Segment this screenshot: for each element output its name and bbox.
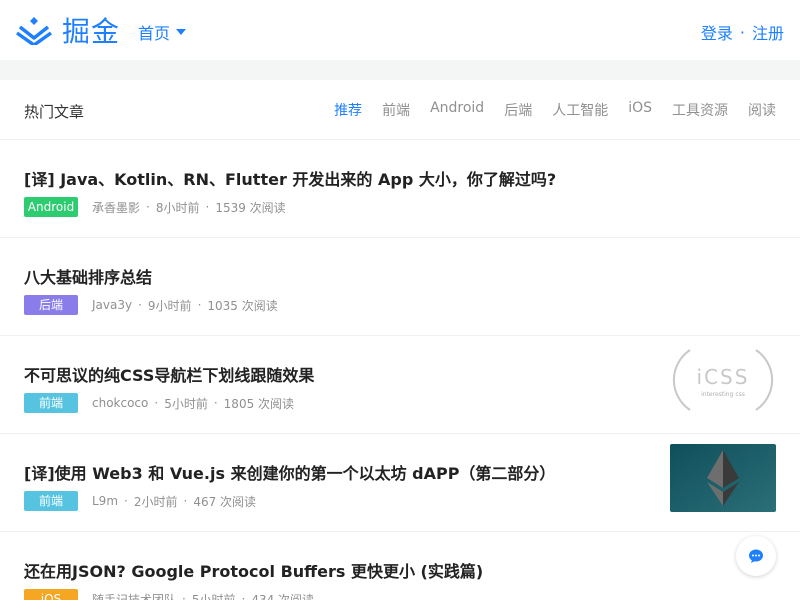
- register-link[interactable]: 注册: [752, 20, 784, 44]
- tab-ai[interactable]: 人工智能: [552, 100, 608, 120]
- article-title[interactable]: 八大基础排序总结: [24, 264, 152, 288]
- tab-backend[interactable]: 后端: [504, 100, 532, 120]
- article-title[interactable]: [译] Java、Kotlin、RN、Flutter 开发出来的 App 大小，…: [24, 166, 556, 190]
- meta-separator: ·: [205, 200, 210, 214]
- article-reads: 1805 次阅读: [223, 396, 295, 411]
- article-meta: 前端 chokcoco · 5小时前 · 1805 次阅读: [24, 393, 294, 413]
- meta-separator: ·: [138, 298, 142, 312]
- article-tag[interactable]: 前端: [24, 491, 78, 511]
- article-title[interactable]: [译]使用 Web3 和 Vue.js 来创建你的第一个以太坊 dAPP（第二部…: [24, 460, 555, 484]
- top-navbar: 掘金 首页 登录 · 注册: [0, 0, 800, 60]
- meta-separator: ·: [124, 494, 128, 508]
- article-time: 9小时前: [147, 298, 192, 313]
- juejin-logo-icon: [16, 17, 52, 45]
- article-meta: 后端 Java3y · 9小时前 · 1035 次阅读: [24, 295, 278, 315]
- article-reads: 467 次阅读: [193, 494, 257, 509]
- article-thumbnail-ethereum[interactable]: [670, 444, 776, 512]
- logo-text: 掘金: [62, 15, 121, 48]
- category-tabs: 推荐 前端 Android 后端 人工智能 iOS 工具资源 阅读: [314, 100, 776, 120]
- chat-fab-button[interactable]: [736, 536, 776, 576]
- article-item[interactable]: [译] Java、Kotlin、RN、Flutter 开发出来的 App 大小，…: [0, 140, 800, 238]
- article-author[interactable]: 随手记技术团队: [92, 591, 176, 600]
- article-tag[interactable]: Android: [24, 197, 78, 217]
- tab-recommend[interactable]: 推荐: [334, 100, 362, 120]
- article-list: [译] Java、Kotlin、RN、Flutter 开发出来的 App 大小，…: [0, 140, 800, 600]
- article-title[interactable]: 还在用JSON? Google Protocol Buffers 更快更小 (实…: [24, 558, 483, 582]
- meta-separator: ·: [182, 592, 186, 600]
- article-time: 8小时前: [155, 200, 200, 215]
- article-author[interactable]: Java3y: [92, 298, 132, 312]
- section-title: 热门文章: [24, 103, 85, 121]
- icss-thumbnail-image: iCSS interesting css: [670, 346, 776, 414]
- article-tag[interactable]: iOS: [24, 589, 78, 600]
- chat-bubble-icon: [749, 549, 763, 563]
- tab-android[interactable]: Android: [430, 100, 484, 120]
- article-time: 5小时前: [191, 592, 236, 600]
- nav-home-label: 首页: [138, 24, 171, 43]
- article-time: 2小时前: [133, 494, 178, 509]
- article-author[interactable]: L9m: [92, 494, 118, 508]
- article-reads: 1539 次阅读: [215, 200, 286, 215]
- article-item[interactable]: 八大基础排序总结 后端 Java3y · 9小时前 · 1035 次阅读: [0, 238, 800, 336]
- article-tag[interactable]: 前端: [24, 393, 78, 413]
- juejin-logo[interactable]: 掘金: [16, 10, 120, 50]
- tab-frontend[interactable]: 前端: [382, 100, 410, 120]
- tab-reading[interactable]: 阅读: [748, 100, 776, 120]
- meta-separator: ·: [213, 396, 218, 410]
- auth-separator: ·: [739, 22, 745, 42]
- login-link[interactable]: 登录: [701, 20, 733, 44]
- icss-thumb-title: iCSS: [697, 365, 750, 389]
- article-meta: iOS 随手记技术团队 · 5小时前 · 434 次阅读: [24, 589, 314, 600]
- header-spacer: [0, 60, 800, 80]
- meta-separator: ·: [146, 200, 150, 214]
- article-author[interactable]: 承香墨影: [92, 199, 140, 216]
- category-bar: 热门文章 推荐 前端 Android 后端 人工智能 iOS 工具资源 阅读: [0, 80, 800, 140]
- article-item[interactable]: 还在用JSON? Google Protocol Buffers 更快更小 (实…: [0, 532, 800, 600]
- article-meta: Android 承香墨影 · 8小时前 · 1539 次阅读: [24, 197, 286, 217]
- article-item[interactable]: 不可思议的纯CSS导航栏下划线跟随效果 前端 chokcoco · 5小时前 ·…: [0, 336, 800, 434]
- meta-separator: ·: [183, 494, 188, 508]
- auth-links: 登录 · 注册: [701, 20, 784, 44]
- meta-separator: ·: [154, 396, 159, 410]
- ethereum-logo-icon: [670, 444, 776, 512]
- meta-separator: ·: [197, 298, 202, 312]
- tab-tools[interactable]: 工具资源: [672, 100, 728, 120]
- article-time: 5小时前: [164, 396, 208, 411]
- article-title[interactable]: 不可思议的纯CSS导航栏下划线跟随效果: [24, 362, 314, 386]
- article-reads: 1035 次阅读: [207, 298, 278, 313]
- article-author[interactable]: chokcoco: [92, 396, 148, 410]
- article-reads: 434 次阅读: [251, 592, 315, 600]
- article-meta: 前端 L9m · 2小时前 · 467 次阅读: [24, 491, 256, 511]
- article-tag[interactable]: 后端: [24, 295, 78, 315]
- meta-separator: ·: [241, 592, 246, 600]
- icss-thumb-subtitle: interesting css: [701, 391, 745, 398]
- caret-down-icon: [176, 29, 187, 35]
- nav-home-dropdown[interactable]: 首页: [138, 20, 187, 44]
- tab-ios[interactable]: iOS: [628, 100, 652, 120]
- article-item[interactable]: [译]使用 Web3 和 Vue.js 来创建你的第一个以太坊 dAPP（第二部…: [0, 434, 800, 532]
- article-thumbnail-icss[interactable]: iCSS interesting css: [670, 346, 776, 414]
